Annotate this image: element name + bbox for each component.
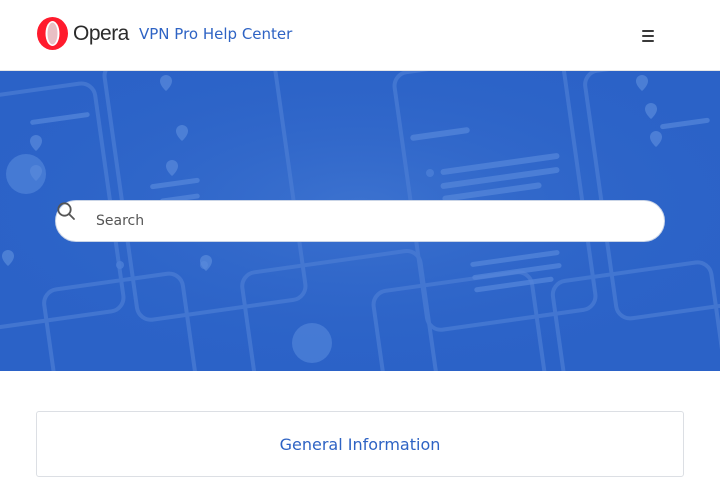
logo-text: Opera: [73, 21, 129, 45]
category-card-title: General Information: [279, 434, 441, 454]
search-bar: [55, 200, 665, 242]
help-center-title-link[interactable]: VPN Pro Help Center: [139, 25, 292, 43]
site-header: Opera VPN Pro Help Center: [0, 0, 720, 71]
search-icon[interactable]: [56, 201, 76, 221]
hero-banner: [0, 71, 720, 371]
hamburger-menu-icon[interactable]: [641, 29, 657, 43]
opera-logo[interactable]: Opera: [37, 17, 129, 50]
opera-logo-icon: [37, 17, 68, 50]
category-card-general-information[interactable]: General Information: [36, 411, 684, 477]
search-input[interactable]: [96, 201, 651, 241]
